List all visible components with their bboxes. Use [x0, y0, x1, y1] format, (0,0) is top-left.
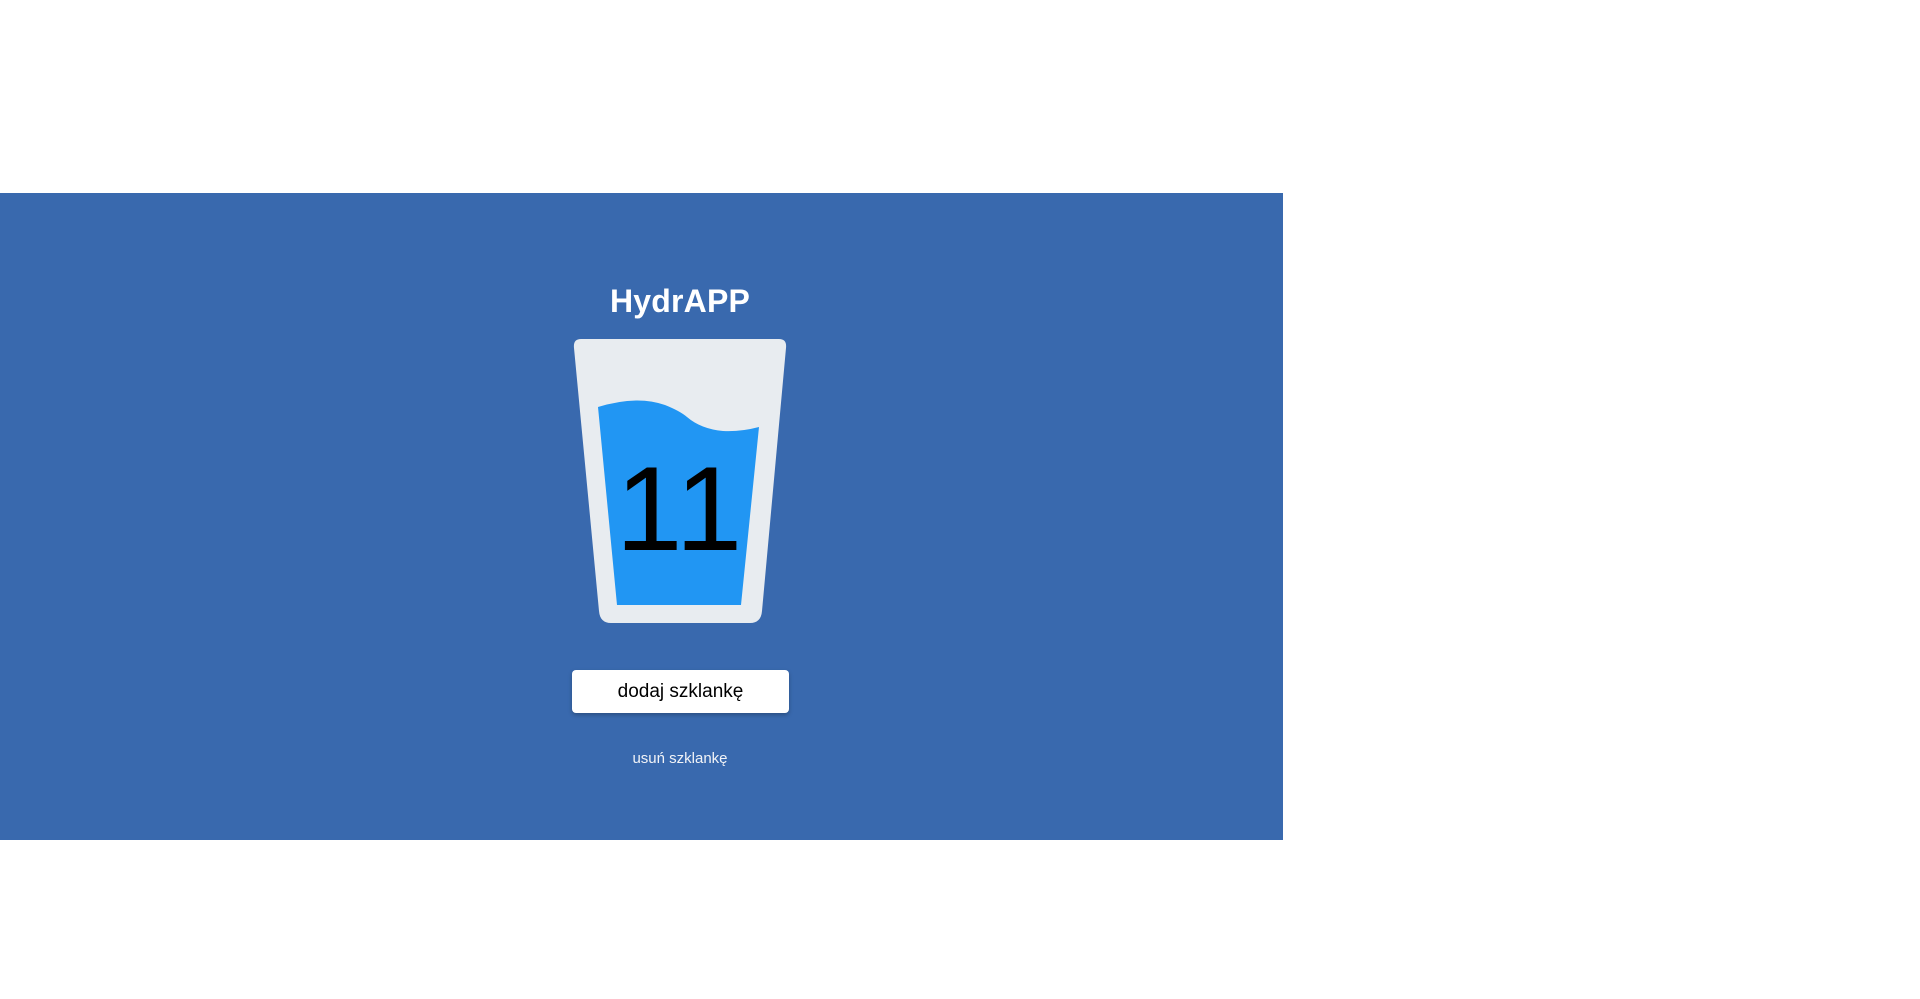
add-glass-button[interactable]: dodaj szklankę	[572, 670, 789, 713]
glass-count: 11	[615, 442, 745, 576]
app-title: HydrAPP	[609, 283, 751, 319]
water-glass-icon: 11	[573, 339, 787, 623]
remove-glass-link[interactable]: usuń szklankę	[0, 749, 1360, 769]
page: HydrAPP 11 dodaj szklankę usuń szklankę	[0, 0, 1920, 999]
